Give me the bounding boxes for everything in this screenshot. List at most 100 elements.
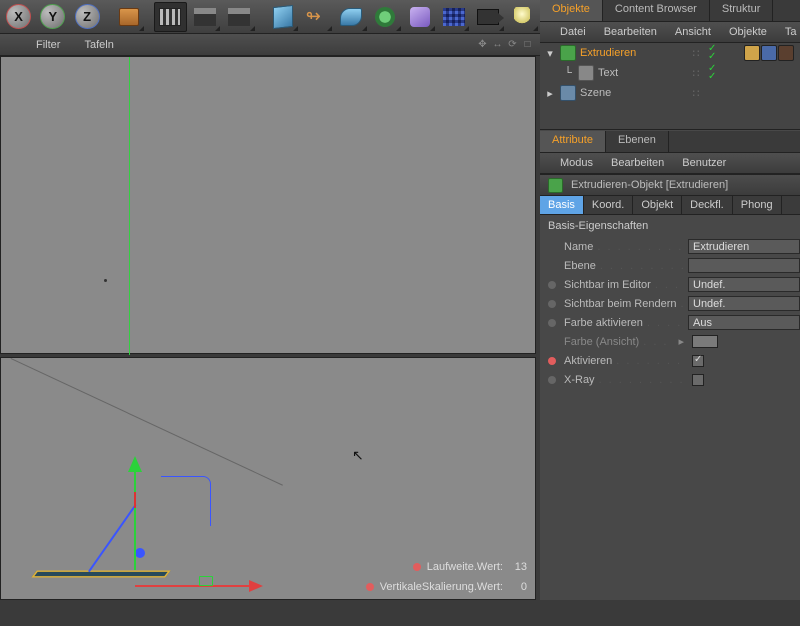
vp-move-icon[interactable]: ↔	[491, 38, 504, 51]
deformer-icon	[410, 7, 430, 27]
gizmo-z-handle[interactable]	[135, 548, 145, 558]
coord-system-button[interactable]	[112, 2, 145, 32]
menu-tags[interactable]: Ta	[785, 26, 797, 38]
keyframe-dot-icon[interactable]	[548, 357, 556, 365]
keyframe-dot-icon[interactable]	[548, 376, 556, 384]
subtab-objekt[interactable]: Objekt	[633, 196, 682, 214]
render-picture-button[interactable]	[188, 2, 221, 32]
axis-z-button[interactable]: Z	[71, 2, 104, 32]
tab-content-browser[interactable]: Content Browser	[603, 0, 710, 21]
tab-struktur[interactable]: Struktur	[710, 0, 774, 21]
filter-menu[interactable]: Filter	[36, 39, 60, 51]
transform-gizmo[interactable]	[89, 456, 259, 626]
section-title: Basis-Eigenschaften	[540, 215, 800, 237]
prop-label: Sichtbar beim Rendern	[564, 298, 677, 310]
object-manager-menubar: Datei Bearbeiten Ansicht Objekte Ta	[540, 22, 800, 43]
hud-label-2: VertikaleSkalierung.Wert:	[380, 581, 503, 593]
bend-icon	[340, 8, 362, 26]
tree-enable-check-icon[interactable]: ✓✓	[708, 45, 726, 61]
tree-row-text[interactable]: └ Text ∷ ✓✓	[540, 63, 800, 83]
gizmo-xz-plane[interactable]	[199, 576, 213, 586]
gizmo-xy-plane[interactable]	[161, 476, 211, 526]
tab-objekte[interactable]: Objekte	[540, 0, 603, 21]
viewport-nav-icons: ✥ ↔ ⟳ □	[476, 38, 540, 51]
farbe-aktivieren-field[interactable]	[688, 315, 800, 330]
render-settings-button[interactable]	[222, 2, 255, 32]
keyframe-dot-icon[interactable]	[548, 319, 556, 327]
menu-benutzer[interactable]: Benutzer	[682, 157, 726, 169]
name-field[interactable]	[688, 239, 800, 254]
subtab-basis[interactable]: Basis	[540, 196, 584, 214]
attribute-manager-tabs: Attribute Ebenen	[540, 131, 800, 153]
attribute-menubar: Modus Bearbeiten Benutzer	[540, 153, 800, 174]
keyframe-dot-icon[interactable]	[548, 300, 556, 308]
tag-icon[interactable]	[778, 45, 794, 61]
object-tree: ▾ Extrudieren ∷ ✓✓ └ Text ∷ ✓✓ ▸ Szene ∷	[540, 43, 800, 130]
right-panel: Objekte Content Browser Struktur Datei B…	[540, 0, 800, 600]
mograph-button[interactable]	[369, 2, 402, 32]
tree-expand-icon[interactable]: ▸	[544, 87, 556, 100]
color-swatch[interactable]	[692, 335, 718, 348]
gear-green-icon	[375, 7, 395, 27]
camera-icon	[477, 9, 499, 25]
keyframe-dot-icon[interactable]	[548, 281, 556, 289]
tree-visibility-dots[interactable]: ∷	[688, 87, 704, 100]
subtab-koord[interactable]: Koord.	[584, 196, 633, 214]
viewport-bottom[interactable]: Laufweite.Wert: 13 VertikaleSkalierung.W…	[0, 357, 536, 600]
tree-visibility-dots[interactable]: ∷	[688, 67, 704, 80]
tree-enable-check-icon[interactable]: ✓✓	[708, 65, 726, 81]
light-button[interactable]	[506, 2, 539, 32]
vp-pan-icon[interactable]: ✥	[476, 38, 489, 51]
menu-objekte[interactable]: Objekte	[729, 26, 767, 38]
tree-visibility-dots[interactable]: ∷	[688, 47, 704, 60]
subtab-deckfl[interactable]: Deckfl.	[682, 196, 733, 214]
gizmo-x-axis[interactable]	[135, 585, 255, 587]
xray-checkbox[interactable]	[692, 374, 704, 386]
menu-datei[interactable]: Datei	[560, 26, 586, 38]
menu-bearbeiten[interactable]: Bearbeiten	[611, 157, 664, 169]
tab-attribute[interactable]: Attribute	[540, 131, 606, 152]
prop-label: Farbe aktivieren	[564, 317, 643, 329]
gizmo-y-axis[interactable]	[134, 470, 136, 570]
extrude-icon	[548, 178, 563, 193]
primitive-cube-button[interactable]	[266, 2, 299, 32]
subtab-phong[interactable]: Phong	[733, 196, 782, 214]
environment-button[interactable]	[437, 2, 470, 32]
ebene-field[interactable]	[688, 258, 800, 273]
spline-icon: ↬	[306, 8, 328, 26]
axis-y-line	[129, 57, 130, 355]
tab-ebenen[interactable]: Ebenen	[606, 131, 669, 152]
deformer-button[interactable]	[403, 2, 436, 32]
attribute-object-header: Extrudieren-Objekt [Extrudieren]	[540, 174, 800, 196]
visible-editor-field[interactable]	[688, 277, 800, 292]
axis-y-button[interactable]: Y	[36, 2, 69, 32]
tag-icon[interactable]	[744, 45, 760, 61]
generator-button[interactable]	[334, 2, 367, 32]
prop-xray: X-Ray . . . . . . . . . . . . .	[540, 370, 800, 389]
scene-icon	[560, 85, 576, 101]
vp-rotate-icon[interactable]: ⟳	[506, 38, 519, 51]
viewport-top[interactable]	[0, 56, 536, 354]
gizmo-z-axis[interactable]	[88, 504, 137, 572]
aktivieren-checkbox[interactable]	[692, 355, 704, 367]
tree-collapse-icon[interactable]: ▾	[544, 47, 556, 60]
tree-tag-icons[interactable]	[744, 45, 794, 61]
prop-visible-render: Sichtbar beim Rendern .	[540, 294, 800, 313]
menu-bearbeiten[interactable]: Bearbeiten	[604, 26, 657, 38]
tree-row-extrudieren[interactable]: ▾ Extrudieren ∷ ✓✓	[540, 43, 800, 63]
tafeln-menu[interactable]: Tafeln	[84, 39, 113, 51]
camera-button[interactable]	[471, 2, 504, 32]
visible-render-field[interactable]	[688, 296, 800, 311]
gizmo-mini-x	[134, 492, 136, 508]
menu-modus[interactable]: Modus	[560, 157, 593, 169]
tree-row-szene[interactable]: ▸ Szene ∷	[540, 83, 800, 103]
axis-x-button[interactable]: X	[2, 2, 35, 32]
menu-ansicht[interactable]: Ansicht	[675, 26, 711, 38]
prop-label: Sichtbar im Editor	[564, 279, 651, 291]
render-view-button[interactable]	[154, 2, 187, 32]
tag-icon[interactable]	[761, 45, 777, 61]
axis-y-icon: Y	[40, 4, 65, 29]
object-manager-tabs: Objekte Content Browser Struktur	[540, 0, 800, 22]
vp-layout-icon[interactable]: □	[521, 38, 534, 51]
spline-tool-button[interactable]: ↬	[300, 2, 333, 32]
